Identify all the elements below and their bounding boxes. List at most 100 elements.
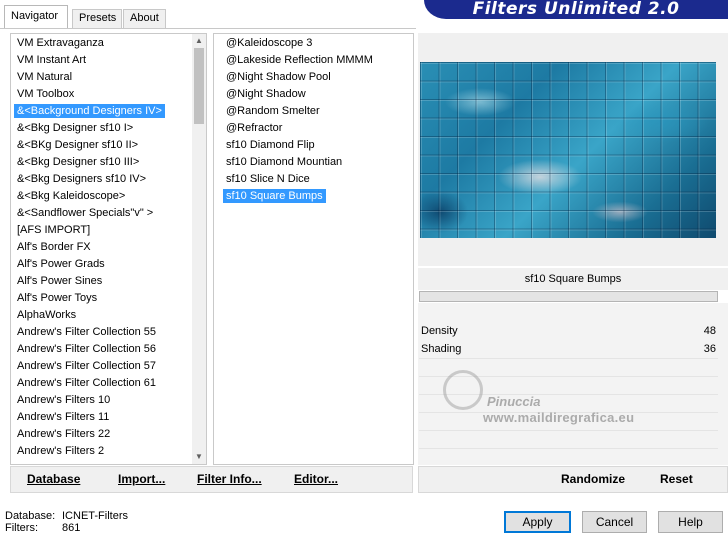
filter-list-panel: @Kaleidoscope 3 @Lakeside Reflection MMMM…: [213, 33, 414, 465]
filter-item[interactable]: sf10 Square Bumps: [222, 188, 410, 205]
param-label: Shading: [421, 343, 462, 355]
category-item[interactable]: &<Bkg Kaleidoscope>: [13, 188, 189, 205]
category-item[interactable]: Andrew's Filters 2: [13, 443, 189, 460]
filter-item-label: @Night Shadow: [226, 88, 306, 100]
tab-about[interactable]: About: [123, 9, 166, 28]
category-item[interactable]: &<Bkg Designers sf10 IV>: [13, 171, 189, 188]
filter-list: @Kaleidoscope 3 @Lakeside Reflection MMMM…: [222, 35, 410, 205]
param-shading[interactable]: Shading 36: [419, 340, 718, 358]
tab-bar: Navigator Presets About: [0, 0, 420, 29]
filter-item[interactable]: @Random Smelter: [222, 103, 410, 120]
filter-item[interactable]: sf10 Diamond Mountian: [222, 154, 410, 171]
category-item[interactable]: &<BKg Designer sf10 II>: [13, 137, 189, 154]
category-item-label: Andrew's Filters 22: [17, 428, 111, 440]
status-filters-label: Filters:: [5, 522, 38, 534]
category-item[interactable]: &<Sandflower Specials"v" >: [13, 205, 189, 222]
category-item[interactable]: Alf's Border FX: [13, 239, 189, 256]
filter-info-button[interactable]: Filter Info...: [197, 472, 262, 486]
category-scrollbar[interactable]: ▲ ▼: [192, 34, 206, 464]
category-item[interactable]: &<Bkg Designer sf10 III>: [13, 154, 189, 171]
category-item[interactable]: VM Natural: [13, 69, 189, 86]
category-item-label: &<Bkg Designer sf10 III>: [17, 156, 140, 168]
category-item[interactable]: Alf's Power Toys: [13, 290, 189, 307]
preview-image: [420, 62, 716, 238]
category-item[interactable]: Andrew's Filters 10: [13, 392, 189, 409]
category-item-label: Alf's Power Sines: [17, 275, 103, 287]
randomize-button[interactable]: Randomize: [561, 472, 625, 486]
filter-item[interactable]: sf10 Diamond Flip: [222, 137, 410, 154]
category-item-label: &<Background Designers IV>: [14, 104, 165, 118]
category-item[interactable]: &<Background Designers IV>: [13, 103, 189, 120]
category-item-label: Andrew's Filter Collection 56: [17, 343, 157, 355]
cancel-button[interactable]: Cancel: [582, 511, 647, 533]
filter-item[interactable]: sf10 Slice N Dice: [222, 171, 410, 188]
param-slot-8: [419, 448, 718, 449]
filter-item-label: @Night Shadow Pool: [226, 71, 331, 83]
category-item[interactable]: Andrew's Filter Collection 55: [13, 324, 189, 341]
watermark: Pinuccia www.maildiregrafica.eu: [443, 370, 663, 430]
category-item[interactable]: Andrew's Filter Collection 57: [13, 358, 189, 375]
filter-name-label: sf10 Square Bumps: [418, 268, 728, 290]
param-label: Density: [421, 325, 458, 337]
param-density[interactable]: Density 48: [419, 322, 718, 340]
category-item-label: Andrew's Filters 2: [17, 445, 105, 457]
category-item[interactable]: Andrew's Filter Collection 61: [13, 375, 189, 392]
category-item-label: VM Extravaganza: [17, 37, 104, 49]
category-item[interactable]: Andrew's Filter Collection 56: [13, 341, 189, 358]
tab-navigator[interactable]: Navigator: [4, 5, 68, 29]
param-value: 48: [703, 325, 716, 337]
scrollbar-thumb[interactable]: [194, 48, 204, 124]
category-item[interactable]: AlphaWorks: [13, 307, 189, 324]
filter-item[interactable]: @Night Shadow: [222, 86, 410, 103]
watermark-url: www.maildiregrafica.eu: [483, 410, 635, 425]
category-item[interactable]: [AFS IMPORT]: [13, 222, 189, 239]
preview-panel: [418, 33, 728, 266]
filter-item-label: sf10 Square Bumps: [223, 189, 326, 203]
category-item-label: &<Sandflower Specials"v" >: [17, 207, 154, 219]
category-item-label: Andrew's Filters 11: [17, 411, 110, 423]
category-item[interactable]: Alf's Power Sines: [13, 273, 189, 290]
category-item[interactable]: VM Extravaganza: [13, 35, 189, 52]
watermark-name: Pinuccia: [487, 394, 541, 409]
filter-item[interactable]: @Refractor: [222, 120, 410, 137]
scroll-up-icon[interactable]: ▲: [192, 34, 206, 48]
filter-item-label: sf10 Slice N Dice: [226, 173, 310, 185]
category-item[interactable]: VM Toolbox: [13, 86, 189, 103]
import-button[interactable]: Import...: [118, 472, 165, 486]
brand-banner: Filters Unlimited 2.0: [424, 0, 728, 19]
filter-item-label: sf10 Diamond Mountian: [226, 156, 343, 168]
category-item[interactable]: &<Bkg Designer sf10 I>: [13, 120, 189, 137]
category-item-label: &<BKg Designer sf10 II>: [17, 139, 139, 151]
category-item-label: &<Bkg Designer sf10 I>: [17, 122, 134, 134]
category-item[interactable]: Alf's Power Grads: [13, 256, 189, 273]
category-list-panel: VM Extravaganza VM Instant Art VM Natural V…: [10, 33, 207, 465]
category-item[interactable]: Andrew's Filters 22: [13, 426, 189, 443]
database-button[interactable]: Database: [27, 472, 80, 486]
category-item-label: &<Bkg Kaleidoscope>: [17, 190, 126, 202]
tab-presets[interactable]: Presets: [72, 9, 122, 28]
param-slot-3: [419, 358, 718, 359]
apply-button[interactable]: Apply: [504, 511, 571, 533]
scroll-down-icon[interactable]: ▼: [192, 450, 206, 464]
category-item-label: Andrew's Filter Collection 61: [17, 377, 157, 389]
category-item-label: VM Instant Art: [17, 54, 87, 66]
status-filters: Filters: 861: [5, 522, 80, 535]
filter-item[interactable]: @Kaleidoscope 3: [222, 35, 410, 52]
category-item-label: Andrew's Filter Collection 57: [17, 360, 157, 372]
category-list: VM Extravaganza VM Instant Art VM Natural V…: [13, 35, 189, 460]
status-filters-value: 861: [62, 522, 81, 534]
reset-button[interactable]: Reset: [660, 472, 693, 486]
category-item[interactable]: Andrew's Filters 11: [13, 409, 189, 426]
category-item-label: [AFS IMPORT]: [17, 224, 91, 236]
help-button[interactable]: Help: [658, 511, 723, 533]
filter-item[interactable]: @Lakeside Reflection MMMM: [222, 52, 410, 69]
category-item-label: Andrew's Filters 10: [17, 394, 111, 406]
status-database-value: ICNET-Filters: [62, 510, 128, 522]
filter-item[interactable]: @Night Shadow Pool: [222, 69, 410, 86]
editor-button[interactable]: Editor...: [294, 472, 338, 486]
category-item-label: VM Toolbox: [17, 88, 75, 100]
category-item[interactable]: VM Instant Art: [13, 52, 189, 69]
category-item-label: VM Natural: [17, 71, 73, 83]
param-value: 36: [703, 343, 716, 355]
category-item-label: Andrew's Filter Collection 55: [17, 326, 157, 338]
